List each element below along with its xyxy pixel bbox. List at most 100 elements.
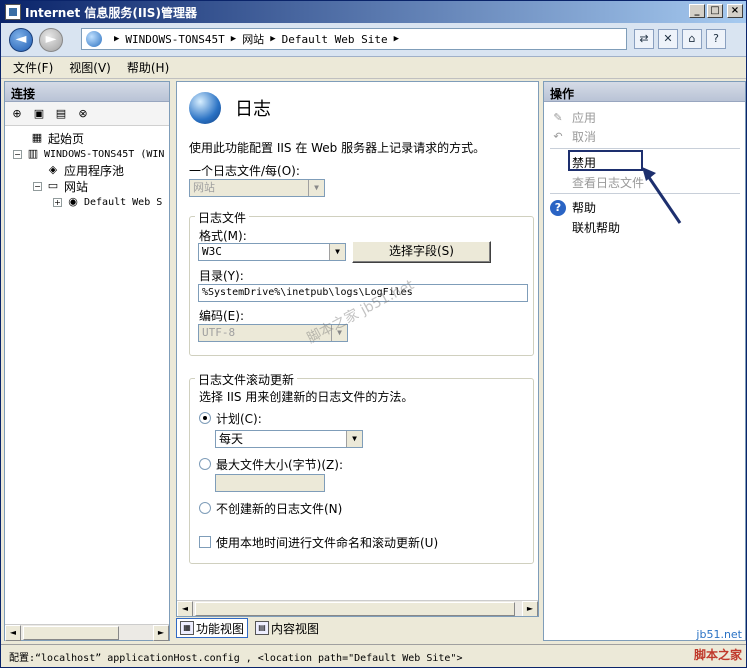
help-action[interactable]: ? 帮助	[550, 199, 596, 216]
site-globe-icon: ◉	[68, 195, 78, 208]
menu-file[interactable]: 文件(F)	[13, 59, 53, 76]
tab-content-view[interactable]: ▤ 内容视图	[252, 618, 322, 638]
center-hscrollbar[interactable]: ◄ ►	[177, 600, 538, 616]
tree-item-app-pools[interactable]: ◈ 应用程序池	[5, 162, 169, 178]
page-title-row: 日志	[189, 92, 271, 124]
features-view-icon: ▦	[180, 621, 194, 635]
cancel-action[interactable]: ↶ 取消	[550, 128, 596, 145]
action-label: 帮助	[572, 201, 597, 215]
action-label: 取消	[572, 130, 597, 144]
one-log-per-value: 网站	[193, 181, 215, 194]
scroll-left-icon[interactable]: ◄	[177, 601, 193, 616]
scroll-right-icon[interactable]: ►	[153, 625, 169, 641]
breadcrumb-sep-icon: ▶	[114, 34, 120, 44]
logging-feature-pane: 日志 使用此功能配置 IIS 在 Web 服务器上记录请求的方式。 一个日志文件…	[176, 81, 539, 617]
tab-label: 功能视图	[196, 621, 245, 636]
tree-item-label: 网站	[64, 179, 89, 194]
tree-item-sites[interactable]: − ▭ 网站	[5, 178, 169, 194]
menu-view[interactable]: 视图(V)	[69, 59, 111, 76]
tab-features-view[interactable]: ▦ 功能视图	[176, 618, 249, 638]
breadcrumb-default-site[interactable]: Default Web Site	[282, 33, 388, 46]
max-size-radio[interactable]	[199, 458, 211, 470]
scroll-thumb[interactable]	[23, 626, 119, 640]
window-title: Internet 信息服务(IIS)管理器	[25, 5, 197, 20]
schedule-value: 每天	[219, 432, 244, 446]
connect-icon[interactable]: ⊕	[9, 106, 25, 122]
breadcrumb-sep-icon: ▶	[230, 34, 237, 44]
rollover-description: 选择 IIS 用来创建新的日志文件的方法。	[199, 390, 414, 404]
page-title: 日志	[235, 99, 271, 120]
home-icon[interactable]: ⌂	[682, 29, 702, 49]
maximize-button[interactable]: □	[707, 4, 723, 18]
window-controls: _ □ ×	[689, 4, 743, 18]
iis-app-icon	[5, 4, 21, 20]
encoding-label: 编码(E):	[199, 309, 244, 323]
format-label: 格式(M):	[199, 229, 247, 243]
help-circle-icon: ?	[550, 199, 566, 216]
scroll-right-icon[interactable]: ►	[522, 601, 538, 616]
address-toolbar: ⇄ ✕ ⌂ ?	[634, 29, 726, 49]
tree-item-server[interactable]: − ▥ WINDOWS-TONS45T (WIN	[5, 146, 169, 162]
breadcrumb-sep-icon: ▶	[270, 34, 276, 44]
scroll-thumb[interactable]	[195, 602, 515, 616]
up-folder-icon[interactable]: ▤	[53, 106, 69, 122]
max-size-label: 最大文件大小(字节)(Z):	[216, 458, 343, 472]
globe-icon	[86, 31, 102, 47]
chevron-down-icon[interactable]: ▼	[329, 244, 345, 260]
chevron-down-icon[interactable]: ▼	[346, 431, 362, 447]
menu-bar: 文件(F) 视图(V) 帮助(H)	[1, 57, 746, 79]
tree-item-label: 应用程序池	[64, 163, 125, 178]
connections-hscrollbar[interactable]: ◄ ►	[5, 624, 169, 641]
forward-button[interactable]: ►	[39, 28, 63, 52]
no-new-log-radio[interactable]	[199, 502, 211, 514]
breadcrumb-sep-icon: ▶	[393, 34, 399, 44]
collapse-icon[interactable]: −	[13, 149, 22, 159]
expand-icon[interactable]: +	[53, 197, 62, 207]
rollover-group-label: 日志文件滚动更新	[195, 371, 298, 388]
save-icon[interactable]: ▣	[31, 106, 47, 122]
view-log-files-action[interactable]: 查看日志文件	[572, 174, 644, 191]
no-new-log-label: 不创建新的日志文件(N)	[216, 502, 343, 516]
tree-item-default-site[interactable]: + ◉ Default Web S	[5, 194, 169, 210]
disconnect-icon[interactable]: ⊗	[75, 106, 91, 122]
status-bar: 配置:“localhost” applicationHost.config , …	[1, 644, 746, 667]
directory-label: 目录(Y):	[199, 269, 244, 283]
status-text: 配置:“localhost” applicationHost.config , …	[9, 652, 463, 664]
app-pool-icon: ◈	[48, 163, 58, 176]
select-fields-button[interactable]: 选择字段(S)	[352, 241, 491, 263]
connections-pane: 连接 ⊕ ▣ ▤ ⊗ ▦ 起始页 − ▥ WINDOWS-TONS45T (WI…	[4, 81, 170, 641]
minimize-button[interactable]: _	[689, 4, 705, 18]
tree-item-label: WINDOWS-TONS45T (WIN	[44, 148, 165, 160]
action-label: 应用	[572, 111, 597, 125]
collapse-icon[interactable]: −	[33, 181, 42, 191]
format-value: W3C	[202, 245, 222, 258]
help-icon[interactable]: ?	[706, 29, 726, 49]
schedule-select[interactable]: 每天 ▼	[215, 430, 363, 448]
back-button[interactable]: ◄	[9, 28, 33, 52]
close-button[interactable]: ×	[727, 4, 743, 18]
one-log-per-label: 一个日志文件/每(O):	[189, 164, 300, 178]
use-local-time-label: 使用本地时间进行文件命名和滚动更新(U)	[216, 536, 439, 550]
schedule-radio[interactable]	[199, 412, 211, 424]
stop-icon[interactable]: ✕	[658, 29, 678, 49]
use-local-time-checkbox[interactable]	[199, 536, 211, 548]
server-icon: ▥	[27, 147, 39, 160]
encoding-value: UTF-8	[202, 326, 236, 339]
format-select[interactable]: W3C ▼	[198, 243, 346, 261]
refresh-icon[interactable]: ⇄	[634, 29, 654, 49]
online-help-action[interactable]: 联机帮助	[572, 219, 620, 236]
feature-description: 使用此功能配置 IIS 在 Web 服务器上记录请求的方式。	[189, 141, 486, 155]
log-file-group-label: 日志文件	[195, 209, 250, 226]
breadcrumb-server[interactable]: WINDOWS-TONS45T	[125, 33, 224, 46]
breadcrumb[interactable]: ▶ WINDOWS-TONS45T ▶ 网站 ▶ Default Web Sit…	[81, 28, 627, 50]
tree-item-start-page[interactable]: ▦ 起始页	[5, 130, 169, 146]
logging-globe-icon	[189, 92, 221, 124]
action-label: 查看日志文件	[572, 176, 645, 190]
apply-action[interactable]: ✎ 应用	[550, 109, 596, 126]
tab-label: 内容视图	[271, 621, 320, 636]
iis-manager-window: Internet 信息服务(IIS)管理器 _ □ × ◄ ► ▶ WINDOW…	[0, 0, 747, 668]
corner-watermark: jb51.net	[696, 628, 742, 641]
menu-help[interactable]: 帮助(H)	[127, 59, 169, 76]
breadcrumb-sites[interactable]: 网站	[242, 31, 264, 47]
scroll-left-icon[interactable]: ◄	[5, 625, 21, 641]
